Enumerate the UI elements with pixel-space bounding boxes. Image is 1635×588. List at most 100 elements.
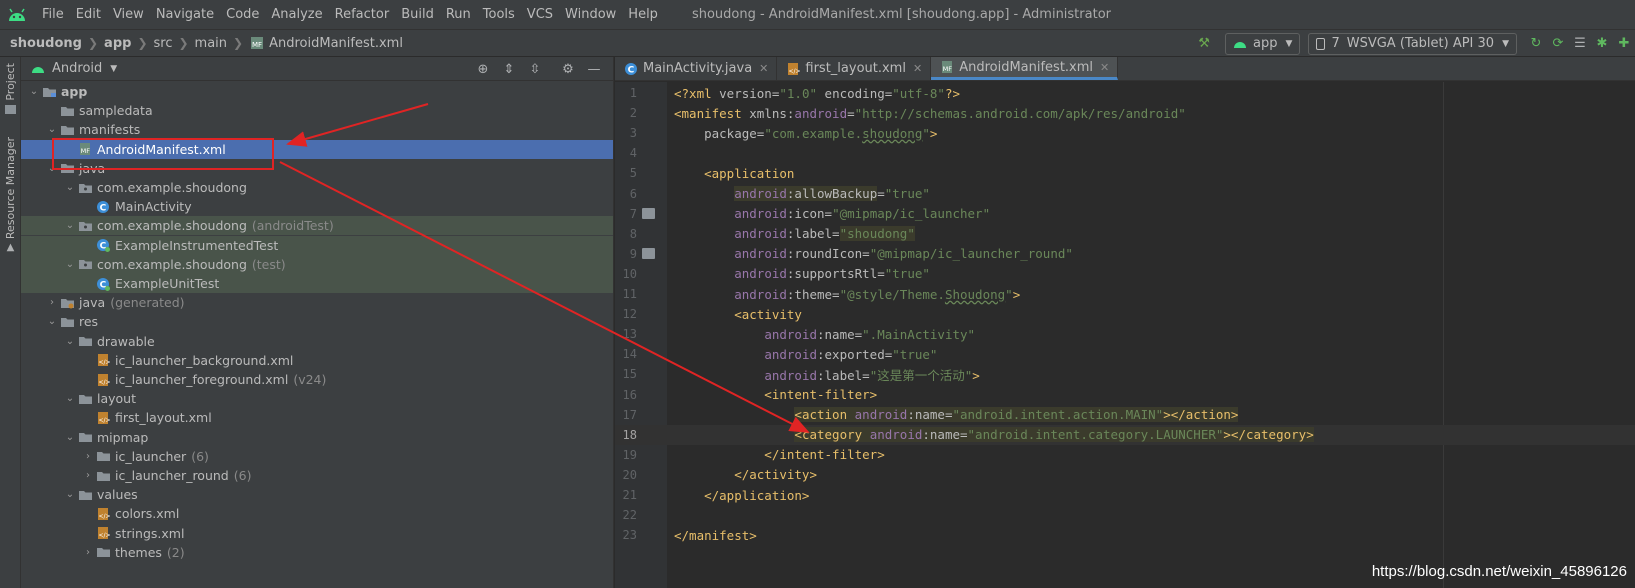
apply-changes-icon[interactable]: ↻ <box>1528 36 1544 52</box>
tree-item[interactable]: </> first_layout.xml <box>21 408 613 427</box>
breadcrumb-separator-icon: ❯ <box>87 36 99 50</box>
chevron-right-icon[interactable]: › <box>81 451 95 462</box>
close-icon[interactable]: ✕ <box>913 62 922 75</box>
project-tool-tab[interactable]: Project <box>2 63 19 114</box>
tree-item[interactable]: › themes (2) <box>21 543 613 562</box>
breadcrumb-main[interactable]: main <box>195 36 227 51</box>
tree-item[interactable]: </> strings.xml <box>21 524 613 543</box>
menu-item-navigate[interactable]: Navigate <box>150 7 220 22</box>
editor-tab[interactable]: C MainActivity.java ✕ <box>615 57 778 80</box>
resource-manager-tab-label: Resource Manager <box>4 137 17 240</box>
tree-item[interactable]: C MainActivity <box>21 197 613 216</box>
code-token: android <box>764 346 817 362</box>
device-select[interactable]: 7 WSVGA (Tablet) API 30 ▼ <box>1308 32 1517 55</box>
chevron-down-icon[interactable]: ⌄ <box>45 124 59 135</box>
code-text: android:name=".MainActivity" <box>674 327 975 342</box>
code-text: </activity> <box>674 467 817 482</box>
expand-all-icon[interactable]: ⇕ <box>501 61 517 77</box>
menu-item-run[interactable]: Run <box>440 7 477 22</box>
chevron-right-icon[interactable]: › <box>81 470 95 481</box>
chevron-down-icon[interactable]: ⌄ <box>63 220 77 231</box>
svg-text:MF: MF <box>81 147 91 155</box>
tree-item[interactable]: › ic_launcher_round (6) <box>21 466 613 485</box>
image-preview-icon[interactable] <box>642 207 655 219</box>
menu-item-window[interactable]: Window <box>559 7 622 22</box>
run-config-label: app <box>1253 36 1278 51</box>
tree-item[interactable]: sampledata <box>21 101 613 120</box>
locate-file-icon[interactable]: ⊕ <box>475 61 491 77</box>
resource-manager-tab[interactable]: Resource Manager ▲ <box>2 137 19 253</box>
chevron-down-icon[interactable]: ⌄ <box>63 259 77 270</box>
list-icon[interactable]: ☰ <box>1572 36 1588 52</box>
chevron-down-icon[interactable]: ⌄ <box>45 316 59 327</box>
tree-item[interactable]: ⌄ manifests <box>21 120 613 139</box>
menu-item-view[interactable]: View <box>107 7 150 22</box>
build-hammer-icon[interactable]: ⚒ <box>1196 36 1212 52</box>
tree-item[interactable]: ⌄ com.example.shoudong (androidTest) <box>21 216 613 236</box>
tree-item[interactable]: ⌄ com.example.shoudong <box>21 178 613 197</box>
close-icon[interactable]: ✕ <box>759 62 768 75</box>
tree-item[interactable]: ⌄ app <box>21 82 613 101</box>
chevron-down-icon[interactable]: ⌄ <box>63 182 77 193</box>
chevron-down-icon[interactable]: ⌄ <box>63 393 77 404</box>
tree-item[interactable]: MF AndroidManifest.xml <box>21 139 613 159</box>
breadcrumb-project[interactable]: shoudong <box>10 36 82 51</box>
tree-item[interactable]: </> ic_launcher_background.xml <box>21 351 613 370</box>
menu-item-refactor[interactable]: Refactor <box>329 7 396 22</box>
image-preview-icon[interactable] <box>642 247 655 259</box>
run-config-select[interactable]: app ▼ <box>1225 32 1301 55</box>
debug-icon[interactable]: ✱ <box>1594 36 1610 52</box>
tree-item[interactable]: C ExampleUnitTest <box>21 274 613 293</box>
chevron-down-icon[interactable]: ⌄ <box>27 86 41 97</box>
apply-code-changes-icon[interactable]: ⟳ <box>1550 36 1566 52</box>
tree-item[interactable]: ⌄ mipmap <box>21 428 613 447</box>
menu-item-edit[interactable]: Edit <box>70 7 107 22</box>
chevron-down-icon[interactable]: ⌄ <box>45 163 59 174</box>
chevron-down-icon[interactable]: ⌄ <box>63 336 77 347</box>
editor-tab[interactable]: MF AndroidManifest.xml ✕ <box>931 57 1119 80</box>
tree-item[interactable]: ⌄ res <box>21 312 613 331</box>
chevron-right-icon[interactable]: › <box>45 297 59 308</box>
tree-item[interactable]: ⌄ values <box>21 485 613 504</box>
menu-item-help[interactable]: Help <box>622 7 664 22</box>
collapse-all-icon[interactable]: ⇳ <box>527 61 543 77</box>
editor-tab[interactable]: </> first_layout.xml ✕ <box>777 57 932 80</box>
hide-panel-icon[interactable]: — <box>586 61 602 77</box>
attach-debugger-icon[interactable]: ✚ <box>1616 36 1632 52</box>
breadcrumb-file[interactable]: AndroidManifest.xml <box>269 36 403 51</box>
code-token: ".MainActivity" <box>862 326 976 342</box>
breadcrumb-src[interactable]: src <box>154 36 173 51</box>
close-icon[interactable]: ✕ <box>1100 61 1109 74</box>
code-token: <manifest <box>674 105 750 121</box>
chevron-down-icon[interactable]: ⌄ <box>63 489 77 500</box>
menu-item-analyze[interactable]: Analyze <box>265 7 328 22</box>
gear-icon[interactable]: ⚙ <box>560 61 576 77</box>
tree-item[interactable]: </> ic_launcher_foreground.xml (v24) <box>21 370 613 389</box>
code-token: "android.intent.action.MAIN" <box>952 407 1164 423</box>
tree-item[interactable]: </> colors.xml <box>21 504 613 523</box>
tree-item[interactable]: › java (generated) <box>21 293 613 312</box>
menu-item-code[interactable]: Code <box>220 7 265 22</box>
tree-item[interactable]: ⌄ drawable <box>21 332 613 351</box>
code-token: "true" <box>884 266 930 282</box>
menu-item-file[interactable]: File <box>36 7 70 22</box>
tree-item[interactable]: ⌄ com.example.shoudong (test) <box>21 254 613 274</box>
code-token: </activity> <box>674 467 817 483</box>
tree-item[interactable]: ⌄ layout <box>21 389 613 408</box>
code-token: > <box>1012 286 1021 302</box>
tree-item-label: drawable <box>97 333 155 349</box>
editor-tabs: C MainActivity.java ✕ </> first_layout.xml ✕ M… <box>615 57 1635 81</box>
view-selector[interactable]: Android ▼ <box>31 61 117 76</box>
menu-item-tools[interactable]: Tools <box>477 7 521 22</box>
breadcrumb-module[interactable]: app <box>104 36 131 51</box>
chevron-down-icon[interactable]: ⌄ <box>63 432 77 443</box>
chevron-right-icon[interactable]: › <box>81 547 95 558</box>
code-area[interactable]: 1 <?xml version="1.0" encoding="utf-8"?> 2… <box>615 82 1635 588</box>
tree-item[interactable]: › ic_launcher (6) <box>21 447 613 466</box>
tree-item[interactable]: ⌄ java <box>21 159 613 178</box>
svg-text:MF: MF <box>943 65 953 73</box>
menu-item-vcs[interactable]: VCS <box>521 7 559 22</box>
menu-item-build[interactable]: Build <box>395 7 440 22</box>
tree-item[interactable]: C ExampleInstrumentedTest <box>21 235 613 255</box>
